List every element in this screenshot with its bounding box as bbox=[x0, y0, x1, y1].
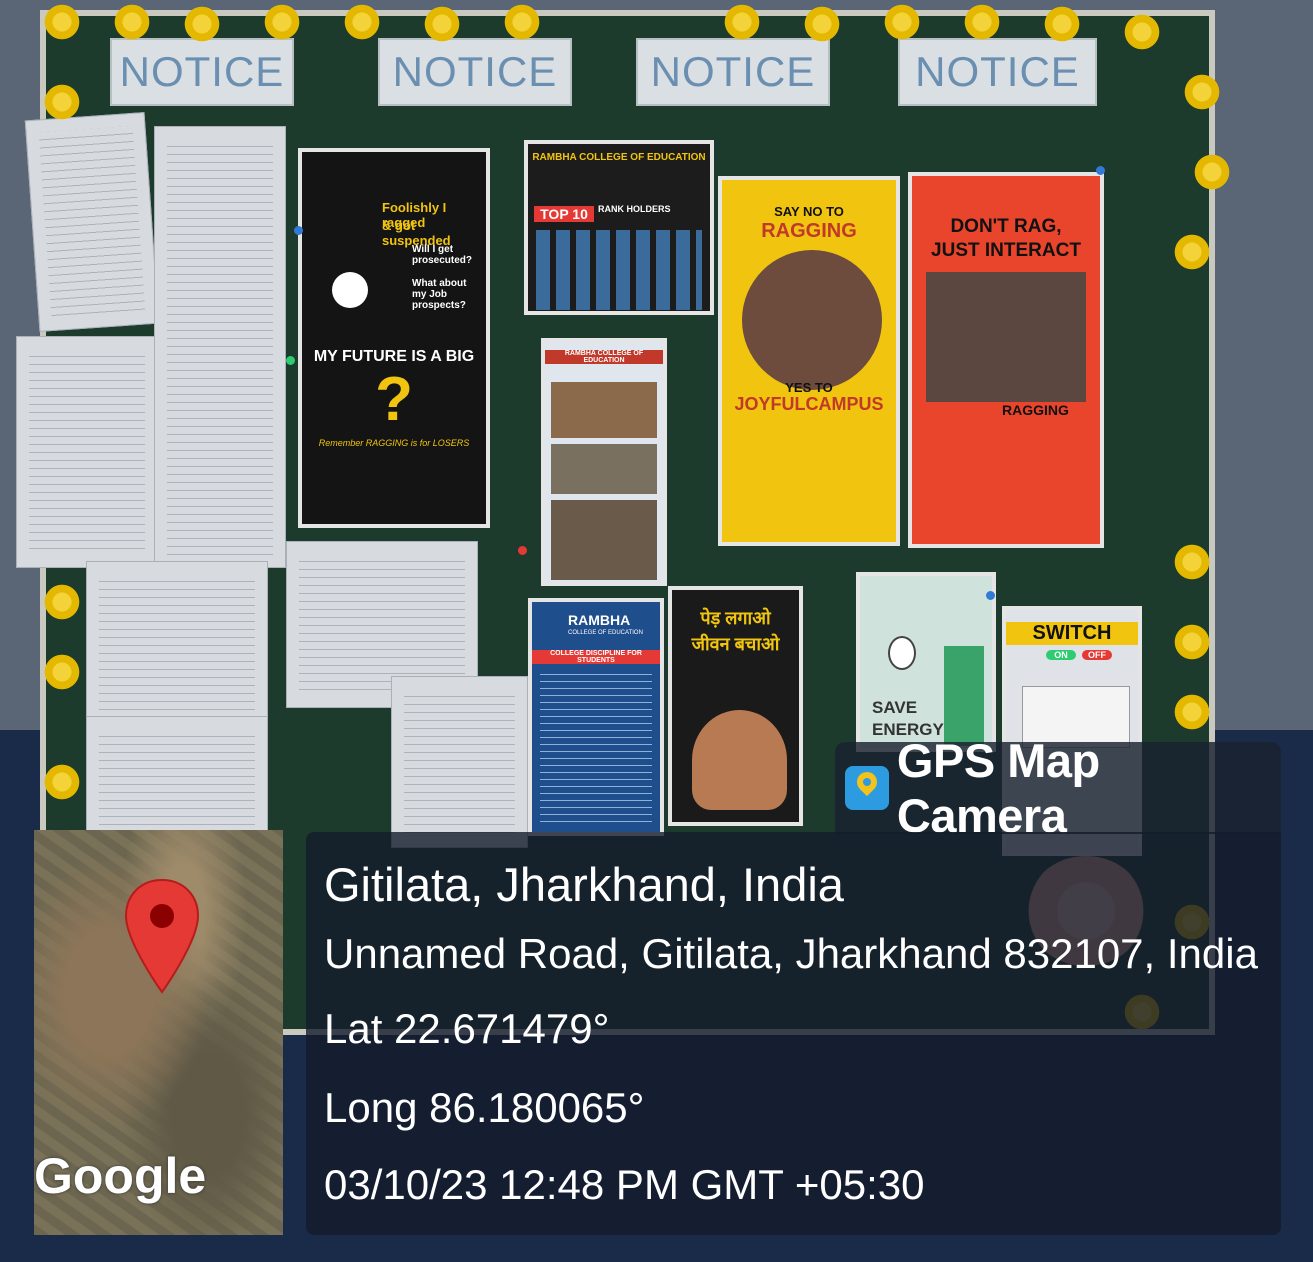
flower-decoration bbox=[800, 2, 844, 46]
location-address: Unnamed Road, Gitilata, Jharkhand 832107… bbox=[324, 930, 1258, 977]
notice-tag: NOTICE bbox=[636, 38, 830, 106]
push-pin bbox=[986, 591, 995, 600]
poster-headline: RAGGING bbox=[761, 220, 857, 242]
satellite-map-thumbnail: Google bbox=[34, 830, 283, 1235]
poster-headline: SWITCH bbox=[1006, 622, 1138, 645]
poster-say-no-ragging: SAY NO TO RAGGING YES TO JOYFULCAMPUS bbox=[718, 176, 900, 546]
ragging-photo-circle bbox=[742, 250, 882, 390]
flower-decoration bbox=[40, 0, 84, 44]
poster-dont-rag: DON'T RAG, JUST INTERACT RAGGING bbox=[908, 172, 1104, 548]
say-no-ragging-badge bbox=[332, 272, 368, 308]
flower-decoration bbox=[40, 80, 84, 124]
table-notice bbox=[86, 716, 268, 838]
location-info-panel: Gitilata, Jharkhand, India Unnamed Road,… bbox=[306, 832, 1281, 1235]
map-location-pin-icon bbox=[124, 878, 200, 994]
poster-my-future: Foolishly I ragged & got suspended Will … bbox=[298, 148, 490, 528]
poster-text: Will I get prosecuted? bbox=[412, 244, 473, 266]
poster-text: Remember RAGGING is for LOSERS bbox=[318, 438, 470, 448]
location-timestamp: 03/10/23 12:48 PM GMT +05:30 bbox=[324, 1161, 925, 1208]
poster-text: YES TO bbox=[785, 380, 833, 395]
flower-decoration bbox=[180, 2, 224, 46]
poster-text: RANK HOLDERS bbox=[598, 204, 671, 214]
poster-college-discipline: RAMBHA COLLEGE OF EDUCATION COLLEGE DISC… bbox=[528, 598, 664, 836]
poster-headline: TOP 10 bbox=[534, 206, 594, 222]
flower-decoration bbox=[40, 650, 84, 694]
poster-headline: DON'T RAG, bbox=[950, 216, 1062, 237]
push-pin bbox=[518, 546, 527, 555]
poster-headline: JOYFULCAMPUS bbox=[734, 394, 884, 414]
flower-decoration bbox=[260, 0, 304, 44]
flower-decoration bbox=[40, 580, 84, 624]
flower-decoration bbox=[720, 0, 764, 44]
discipline-rules-list bbox=[540, 668, 652, 822]
timetable-notice bbox=[391, 676, 528, 848]
location-longitude: Long 86.180065° bbox=[324, 1084, 645, 1131]
interaction-photo bbox=[926, 272, 1086, 402]
printed-notice bbox=[16, 336, 158, 568]
location-latitude: Lat 22.671479° bbox=[324, 1005, 610, 1052]
poster-college-name: RAMBHA bbox=[568, 612, 631, 628]
flower-decoration bbox=[1170, 230, 1214, 274]
light-bulb-icon bbox=[888, 636, 916, 670]
flower-decoration bbox=[1040, 2, 1084, 46]
poster-text: RAGGING bbox=[1002, 402, 1069, 418]
notice-tag: NOTICE bbox=[378, 38, 572, 106]
poster-question-mark: ? bbox=[375, 365, 413, 434]
tour-photo bbox=[551, 444, 657, 494]
poster-plant-trees: पेड़ लगाओ जीवन बचाओ bbox=[668, 586, 803, 826]
flower-decoration bbox=[880, 0, 924, 44]
on-toggle-label: ON bbox=[1046, 650, 1076, 660]
gps-app-badge: GPS Map Camera bbox=[835, 734, 1281, 842]
poster-college-tour: RAMBHA COLLEGE OF EDUCATION bbox=[541, 338, 667, 586]
poster-save-energy: SAVE ENERGY bbox=[856, 572, 996, 752]
poster-headline: JUST INTERACT bbox=[931, 240, 1081, 261]
off-toggle-label: OFF bbox=[1082, 650, 1112, 660]
poster-text: COLLEGE OF EDUCATION bbox=[568, 630, 643, 636]
table-notice bbox=[86, 561, 268, 723]
flower-decoration bbox=[1180, 70, 1224, 114]
google-map-attribution: Google bbox=[34, 1148, 207, 1204]
push-pin bbox=[1096, 166, 1105, 175]
poster-college-name: RAMBHA COLLEGE OF EDUCATION bbox=[545, 350, 663, 364]
flower-decoration bbox=[1190, 150, 1234, 194]
photo-scene: NOTICE NOTICE NOTICE NOTICE Foolishly I … bbox=[0, 0, 1313, 1262]
poster-headline: पेड़ लगाओ bbox=[700, 608, 771, 628]
tour-photo bbox=[551, 500, 657, 580]
notice-tag: NOTICE bbox=[110, 38, 294, 106]
flower-decoration bbox=[1120, 10, 1164, 54]
rank-photo-grid bbox=[536, 230, 702, 310]
notice-tag: NOTICE bbox=[898, 38, 1097, 106]
flower-decoration bbox=[500, 0, 544, 44]
poster-headline: COLLEGE DISCIPLINE FOR STUDENTS bbox=[532, 650, 660, 664]
poster-college-name: RAMBHA COLLEGE OF EDUCATION bbox=[532, 152, 706, 163]
gps-map-camera-logo-icon bbox=[845, 766, 889, 810]
printed-notice bbox=[154, 126, 286, 568]
poster-text: SAY NO TO bbox=[774, 204, 844, 219]
hands-with-sapling bbox=[692, 710, 787, 810]
flower-decoration bbox=[1170, 620, 1214, 664]
push-pin bbox=[294, 226, 303, 235]
poster-headline: जीवन बचाओ bbox=[691, 634, 780, 654]
flower-decoration bbox=[960, 0, 1004, 44]
flower-decoration bbox=[1170, 690, 1214, 734]
flower-decoration bbox=[40, 760, 84, 804]
flower-decoration bbox=[340, 0, 384, 44]
switch-panel-graphic bbox=[944, 646, 984, 746]
gps-app-title: GPS Map Camera bbox=[896, 734, 1100, 842]
poster-rank-holders: RAMBHA COLLEGE OF EDUCATION TOP 10 RANK … bbox=[524, 140, 714, 315]
poster-text: What about my Job prospects? bbox=[412, 278, 467, 311]
flower-decoration bbox=[110, 0, 154, 44]
handwritten-paper bbox=[24, 112, 160, 332]
push-pin bbox=[286, 356, 295, 365]
flower-decoration bbox=[1170, 540, 1214, 584]
flower-decoration bbox=[420, 2, 464, 46]
location-place: Gitilata, Jharkhand, India bbox=[324, 858, 844, 911]
tour-photo bbox=[551, 382, 657, 438]
